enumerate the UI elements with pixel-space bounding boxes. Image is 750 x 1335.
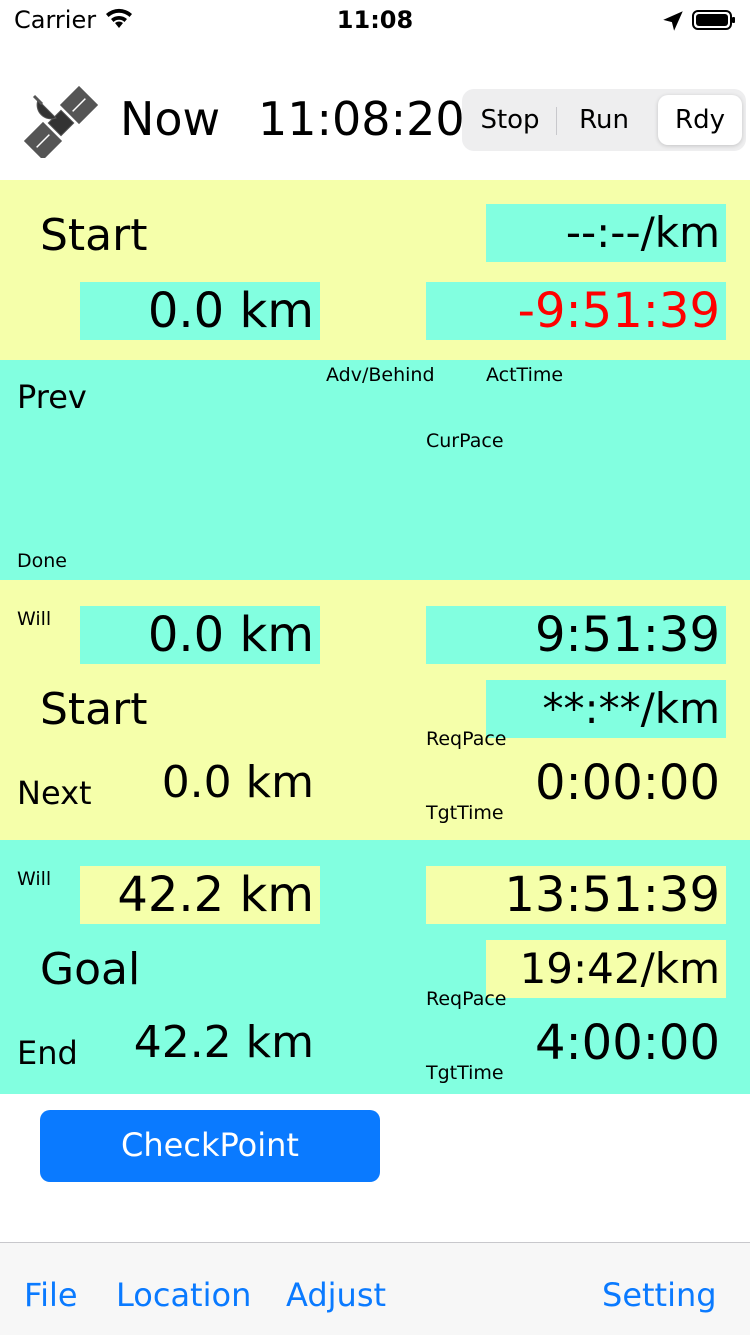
done-label: Done: [17, 550, 67, 572]
setting-button[interactable]: Setting: [602, 1276, 717, 1314]
goal-tgt-time-label: TgtTime: [426, 1062, 504, 1084]
goal-distance: 42.2 km: [133, 1017, 314, 1068]
goal-req-pace-label: ReqPace: [426, 988, 507, 1010]
start-section: Start --:--/km 0.0 km -9:51:39: [0, 180, 750, 360]
current-clock: 11:08:20: [258, 92, 465, 146]
file-button[interactable]: File: [24, 1276, 78, 1314]
next-req-pace-label: ReqPace: [426, 728, 507, 750]
location-arrow-icon: [663, 11, 683, 31]
next-will-time-field: 9:51:39: [426, 606, 726, 664]
segment-rdy[interactable]: Rdy: [658, 95, 742, 145]
start-title: Start: [40, 210, 148, 261]
goal-req-pace-field: 19:42/km: [486, 940, 726, 998]
segment-stop[interactable]: Stop: [466, 95, 554, 145]
status-time: 11:08: [336, 6, 414, 34]
acttime-label: ActTime: [486, 364, 564, 386]
status-bar: Carrier 11:08: [0, 0, 750, 40]
start-time-field: -9:51:39: [426, 282, 726, 340]
next-label: Next: [17, 774, 92, 812]
next-req-pace-field: **:**/km: [486, 680, 726, 738]
next-will-label: Will: [17, 608, 52, 630]
adjust-button[interactable]: Adjust: [286, 1276, 386, 1314]
battery-icon: [692, 10, 735, 30]
next-checkpoint-name: Start: [40, 684, 148, 735]
satellite-icon[interactable]: [24, 86, 98, 158]
prev-title: Prev: [17, 378, 87, 416]
goal-name: Goal: [40, 944, 141, 995]
goal-section: Will 42.2 km 13:51:39 Goal 19:42/km ReqP…: [0, 840, 750, 1094]
next-tgt-time-label: TgtTime: [426, 802, 504, 824]
next-section: Will 0.0 km 9:51:39 Start **:**/km ReqPa…: [0, 580, 750, 840]
goal-will-distance-field: 42.2 km: [80, 866, 320, 924]
checkpoint-button[interactable]: CheckPoint: [40, 1110, 380, 1182]
segment-divider: [556, 107, 557, 135]
header: Now 11:08:20 Stop Run Rdy: [0, 40, 750, 180]
mode-segmented-control[interactable]: Stop Run Rdy: [462, 89, 746, 151]
location-button[interactable]: Location: [116, 1276, 251, 1314]
start-distance-field: 0.0 km: [80, 282, 320, 340]
goal-will-time-field: 13:51:39: [426, 866, 726, 924]
end-label: End: [17, 1034, 78, 1072]
start-pace-field: --:--/km: [486, 204, 726, 262]
curpace-label: CurPace: [426, 430, 504, 452]
segment-run[interactable]: Run: [558, 95, 650, 145]
prev-section: Prev Adv/Behind ActTime CurPace Done: [0, 360, 750, 580]
next-distance: 0.0 km: [161, 757, 314, 808]
next-will-distance-field: 0.0 km: [80, 606, 320, 664]
goal-will-label: Will: [17, 868, 52, 890]
adv-behind-label: Adv/Behind: [326, 364, 435, 386]
now-label: Now: [120, 92, 221, 146]
